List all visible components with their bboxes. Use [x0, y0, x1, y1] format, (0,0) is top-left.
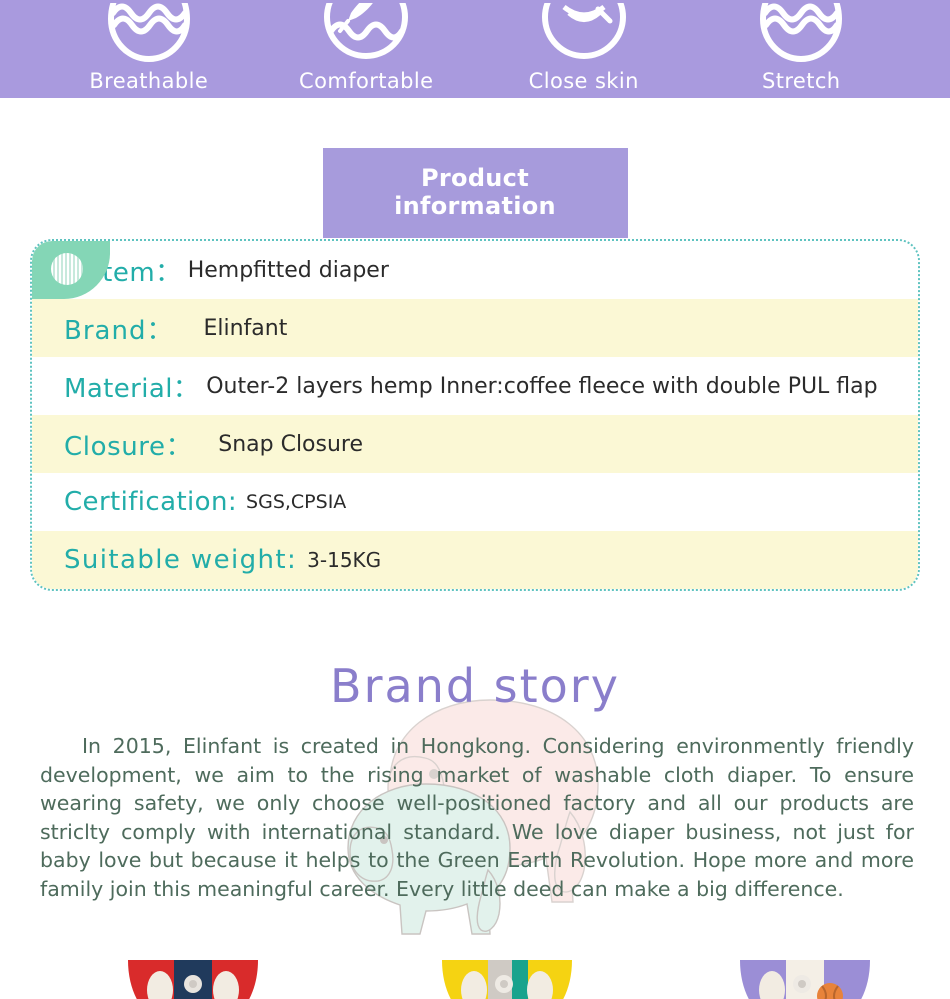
spec-key: Certification:	[64, 487, 238, 517]
spec-key: Suitable weight:	[64, 545, 298, 575]
spec-value: Hempfitted diaper	[187, 257, 389, 283]
table-row: Closure： Snap Closure	[32, 415, 918, 473]
spec-key: Material：	[64, 373, 200, 404]
striped-circle-icon	[51, 253, 83, 285]
yellow-teal-diaper-thumb[interactable]	[412, 960, 602, 999]
feature-label: Stretch	[761, 69, 841, 93]
brand-story-text: In 2015, Elinfant is created in Hongkong…	[40, 734, 914, 901]
specification-table: Item： Hempfitted diaper Brand： Elinfant …	[30, 239, 920, 591]
feature-label: Breathable	[89, 69, 209, 93]
brand-story-heading: Brand story	[330, 659, 620, 713]
table-row: Certification: SGS,CPSIA	[32, 473, 918, 531]
spec-key: Brand：	[64, 315, 174, 346]
table-row: Suitable weight: 3-15KG	[32, 531, 918, 589]
spec-value: Outer-2 layers hemp Inner:coffee fleece …	[206, 373, 878, 399]
wave-egg-icon	[101, 3, 197, 65]
feature-item-stretch: Stretch	[706, 0, 896, 98]
table-row: Material： Outer-2 layers hemp Inner:coff…	[32, 357, 918, 415]
brand-story-body: In 2015, Elinfant is created in Hongkong…	[40, 732, 914, 903]
leaf-corner-decoration	[32, 241, 110, 299]
feature-item-close-skin: Modal Close skin	[489, 0, 679, 98]
red-navy-diaper-thumb[interactable]	[98, 960, 288, 999]
feature-band: Breathable Comfortable Modal Close skin	[0, 0, 950, 98]
purple-orange-diaper-thumb[interactable]	[710, 960, 900, 999]
spec-value: Elinfant	[203, 315, 288, 341]
spec-value: 3-15KG	[307, 548, 382, 572]
feature-label: Comfortable	[299, 69, 434, 93]
table-row: Item： Hempfitted diaper	[32, 241, 918, 299]
spec-value: Snap Closure	[218, 431, 364, 457]
feather-wave-icon	[318, 3, 414, 65]
spec-key: Closure：	[64, 431, 193, 462]
feature-label: Close skin	[528, 69, 639, 93]
product-thumbnail-strip	[0, 960, 950, 999]
brand-story-section: Brand story In 2015, Elinfant is created…	[0, 640, 950, 940]
feature-item-breathable: Breathable	[54, 0, 244, 98]
table-row: Brand： Elinfant	[32, 299, 918, 357]
feature-item-comfortable: Comfortable	[271, 0, 461, 98]
product-information-header: Product information	[0, 148, 950, 238]
wave-egg-icon	[753, 3, 849, 65]
spec-value: SGS,CPSIA	[246, 491, 347, 513]
modal-fabric-icon: Modal	[536, 3, 632, 65]
page-title: Product information	[322, 148, 628, 238]
